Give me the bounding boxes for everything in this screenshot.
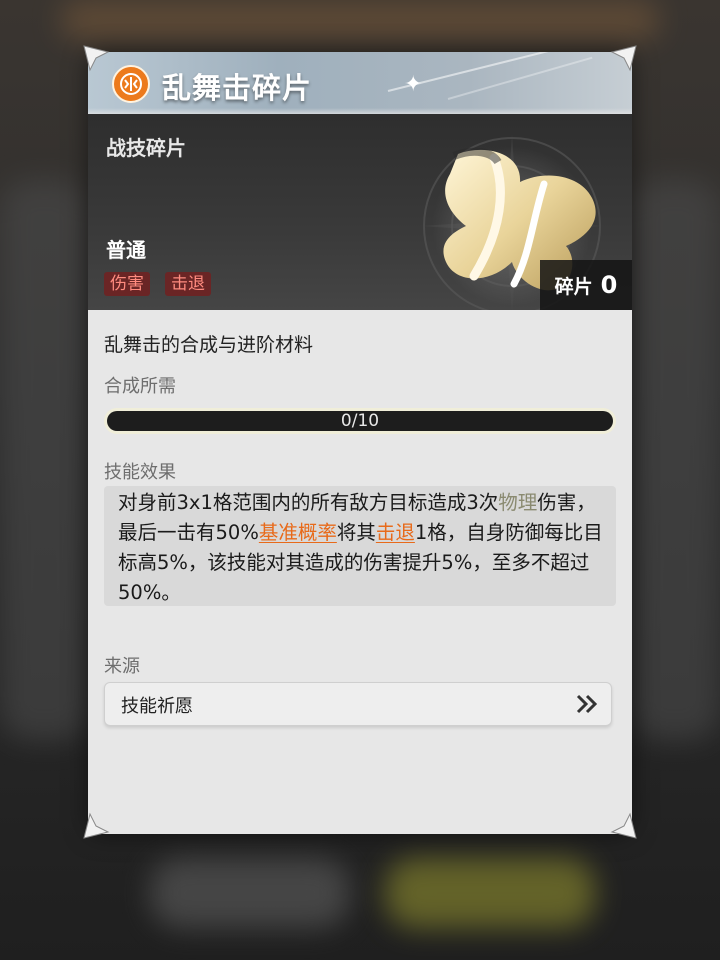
background-right-panel (630, 180, 720, 740)
background-left-button (150, 858, 350, 928)
item-title: 乱舞击碎片 (162, 71, 313, 105)
title-streak (447, 56, 593, 100)
tag-damage: 伤害 (104, 272, 150, 296)
source-entry-label: 技能祈愿 (121, 696, 193, 717)
keyword-physical: 物理 (498, 491, 538, 514)
source-label: 来源 (104, 656, 140, 677)
fragment-count: 碎片 0 (540, 260, 632, 310)
sparkle-icon: ✦ (404, 72, 423, 97)
item-rarity: 普通 (106, 238, 146, 262)
synthesis-progress-bar: 0/10 (104, 408, 616, 434)
keyword-knockback-link[interactable]: 击退 (376, 521, 415, 544)
skill-effect-text: 对身前3x1格范围内的所有敌方目标造成3次物理伤害，最后一击有50%基准概率将其… (104, 486, 616, 606)
corner-ornament-icon (610, 45, 637, 72)
synthesis-label: 合成所需 (104, 376, 176, 397)
title-bar: ✦ 乱舞击碎片 (88, 52, 632, 114)
material-description: 乱舞击的合成与进阶材料 (104, 334, 314, 356)
item-body: 乱舞击的合成与进阶材料 合成所需 0/10 技能效果 对身前3x1格范围内的所有… (88, 310, 632, 834)
corner-ornament-icon (83, 45, 110, 72)
background-right-button (385, 858, 595, 928)
skill-emblem-icon (112, 65, 150, 103)
background-top-bar (60, 0, 660, 40)
item-detail-modal: ✦ 乱舞击碎片 战技碎片 普通 伤害 击退 碎片 0 乱舞击的合成与进阶材料 合… (88, 52, 632, 834)
source-entry-button[interactable]: 技能祈愿 (104, 682, 612, 726)
progress-text: 0/10 (340, 411, 380, 431)
fragment-count-value: 0 (600, 271, 618, 299)
background-left-panel (0, 180, 90, 740)
item-category: 战技碎片 (106, 136, 186, 160)
double-chevron-right-icon (576, 694, 598, 714)
keyword-base-chance-link[interactable]: 基准概率 (259, 521, 337, 544)
corner-ornament-icon (610, 812, 637, 839)
corner-ornament-icon (83, 812, 110, 839)
fragment-count-label: 碎片 (554, 275, 593, 298)
tag-knockback: 击退 (165, 272, 211, 296)
skill-effect-label: 技能效果 (104, 462, 176, 483)
item-header: 战技碎片 普通 伤害 击退 碎片 0 (88, 114, 632, 310)
